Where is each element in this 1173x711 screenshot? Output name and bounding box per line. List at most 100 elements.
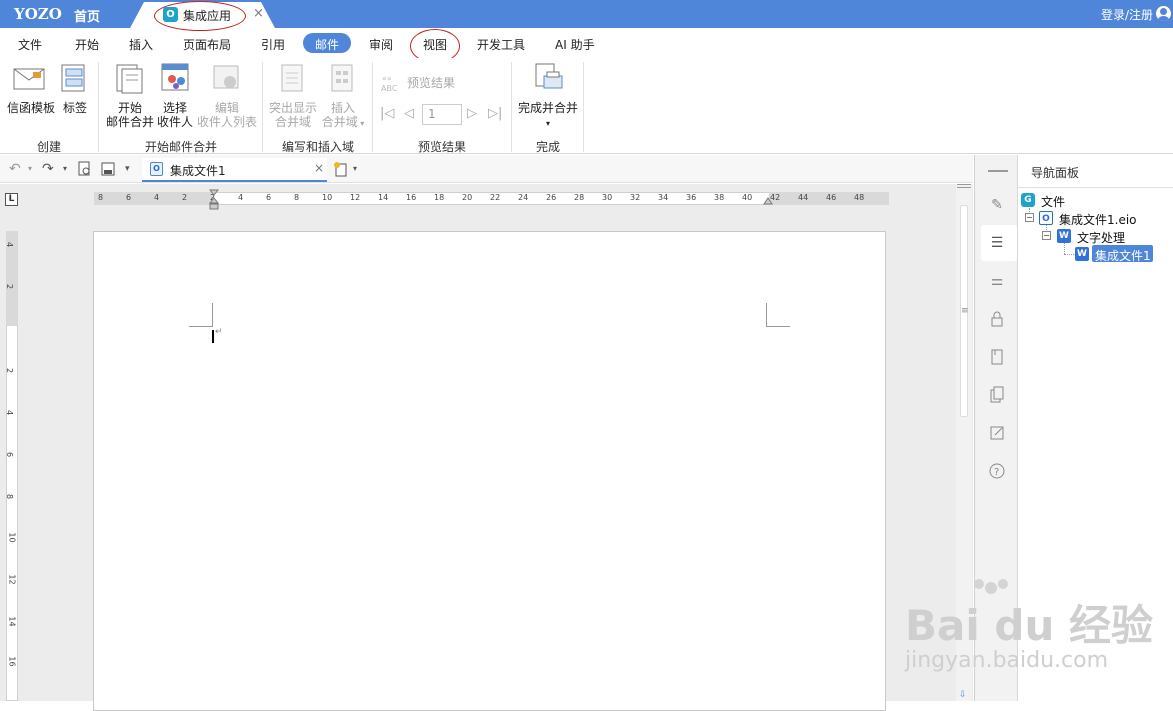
document-icon: O: [150, 162, 163, 176]
redo-icon[interactable]: ↷: [42, 161, 54, 177]
eio-file-icon: G: [1021, 193, 1035, 207]
list-icon[interactable]: ☰: [988, 234, 1006, 252]
label-icon: [61, 64, 85, 92]
print-preview-icon[interactable]: [78, 161, 92, 177]
bookmark-icon[interactable]: [988, 348, 1006, 366]
select-line2: 收件人: [156, 115, 193, 129]
ruler-tick-label: 26: [546, 193, 557, 202]
ruler-tick-label: 8: [98, 193, 104, 202]
highlight-line2: 合并域: [274, 115, 311, 129]
undo-icon[interactable]: ↶: [9, 161, 21, 177]
help-icon[interactable]: ?: [988, 462, 1006, 480]
save-icon[interactable]: [101, 162, 115, 176]
scroll-down-icon[interactable]: ⇩: [959, 690, 967, 700]
ruler-tick-label: 12: [350, 193, 361, 202]
menu-ai-assistant[interactable]: AI 助手: [555, 36, 595, 53]
letter-template-button[interactable]: 信函模板: [5, 101, 57, 115]
customize-toolbar-icon[interactable]: ▾: [125, 164, 130, 174]
home-tab[interactable]: 首页: [74, 6, 100, 25]
new-document-icon[interactable]: [333, 161, 349, 177]
menu-review[interactable]: 审阅: [369, 36, 393, 53]
ruler-tick-label: 6: [5, 451, 15, 458]
menu-references[interactable]: 引用: [261, 36, 285, 53]
svg-text:?: ?: [994, 467, 999, 478]
tree-file[interactable]: 集成文件1.eio: [1059, 211, 1137, 228]
user-icon[interactable]: [1156, 6, 1171, 21]
group-separator: [511, 62, 512, 152]
tree-collapse-icon[interactable]: −: [1042, 231, 1051, 240]
tree-root[interactable]: 文件: [1041, 193, 1065, 210]
pen-icon[interactable]: ✎: [988, 196, 1006, 214]
corner-mark: [766, 326, 790, 327]
menu-start[interactable]: 开始: [75, 36, 99, 53]
tree-collapse-icon[interactable]: −: [1025, 213, 1034, 222]
menu-file[interactable]: 文件: [18, 36, 42, 53]
ruler-tick-label: 4: [154, 193, 160, 202]
select-recipients-button[interactable]: 选择 收件人: [156, 101, 194, 129]
first-record-icon: |◁: [380, 106, 395, 121]
finish-merge-button[interactable]: 完成并合并 ▾: [516, 101, 580, 131]
ruler-tick-label: 16: [7, 656, 17, 667]
tree-line: [1064, 254, 1074, 255]
right-indent-marker[interactable]: [763, 195, 773, 205]
ruler-tick-label: 22: [490, 193, 501, 202]
finish-merge-icon: [535, 63, 563, 89]
ruler-tick-label: 8: [294, 193, 300, 202]
ruler-tick-label: 2: [5, 283, 15, 290]
finish-label: 完成并合并: [517, 101, 578, 115]
ruler-tick-label: 24: [518, 193, 529, 202]
panel-divider: [1018, 187, 1173, 188]
ruler-tick-label: 46: [826, 193, 837, 202]
tab-stop-selector[interactable]: L: [5, 193, 18, 206]
lock-icon[interactable]: [988, 310, 1006, 328]
ruler-tick-label: 10: [7, 532, 17, 543]
watermark-logo: Bai du 经验: [905, 601, 1153, 650]
menu-developer[interactable]: 开发工具: [477, 36, 525, 53]
edit-note-icon[interactable]: [988, 424, 1006, 442]
edit-recipient-list-button: 编辑 收件人列表: [194, 101, 260, 129]
svg-text:«»: «»: [382, 74, 392, 83]
menu-page-layout[interactable]: 页面布局: [183, 36, 231, 53]
ruler-tick-label: 2: [182, 193, 188, 202]
label-button[interactable]: 标签: [61, 101, 89, 115]
navigation-panel-title: 导航面板: [1031, 166, 1080, 180]
ruler-tick-label: 40: [742, 193, 753, 202]
tree-module[interactable]: 文字处理: [1077, 229, 1125, 246]
sliders-icon[interactable]: ⚌: [988, 272, 1006, 290]
redo-dropdown-icon[interactable]: ▾: [63, 164, 67, 173]
eio-document-icon: O: [1039, 211, 1053, 225]
text-cursor: [212, 330, 214, 343]
start-mail-merge-button[interactable]: 开始 邮件合并: [104, 101, 156, 129]
group-finish-label: 完成: [535, 140, 560, 154]
group-create-label: 创建: [36, 140, 61, 154]
scroll-grip-icon: ≡: [961, 306, 969, 316]
word-icon: W: [1057, 229, 1071, 243]
ruler-tick-label: 14: [378, 193, 389, 202]
new-document-dropdown-icon[interactable]: ▾: [353, 164, 357, 173]
paragraph-mark-icon: ↵: [215, 327, 223, 337]
indent-marker[interactable]: [209, 189, 219, 211]
tree-document[interactable]: 集成文件1: [1095, 247, 1151, 264]
rail-collapse-icon[interactable]: [988, 170, 1008, 172]
group-start-merge-label: 开始邮件合并: [144, 140, 217, 154]
ruler-tick-label: 10: [322, 193, 333, 202]
ruler-tick-label: 8: [5, 493, 15, 500]
scrollbar-split-handle[interactable]: [957, 184, 971, 188]
document-close-icon[interactable]: ×: [314, 161, 324, 175]
undo-dropdown-icon[interactable]: ▾: [28, 164, 32, 173]
ruler-tick-label: 20: [462, 193, 473, 202]
ruler-tick-label: 44: [798, 193, 809, 202]
ruler-tick-label: 34: [658, 193, 669, 202]
menu-mail[interactable]: 邮件: [315, 36, 339, 53]
tab-close-icon[interactable]: ×: [253, 6, 264, 21]
letter-template-icon: [13, 68, 45, 90]
ruler-tick-label: 12: [7, 574, 17, 585]
preview-results-button: 预览结果: [407, 76, 456, 90]
menu-insert[interactable]: 插入: [129, 36, 153, 53]
ruler-tick-label: 6: [266, 193, 272, 202]
edit-recipients-icon: [213, 65, 239, 89]
insert-line1: 插入: [330, 101, 355, 115]
copy-icon[interactable]: [988, 386, 1006, 404]
login-link[interactable]: 登录/注册: [1101, 6, 1153, 23]
document-tab-label: 集成文件1: [170, 164, 226, 178]
